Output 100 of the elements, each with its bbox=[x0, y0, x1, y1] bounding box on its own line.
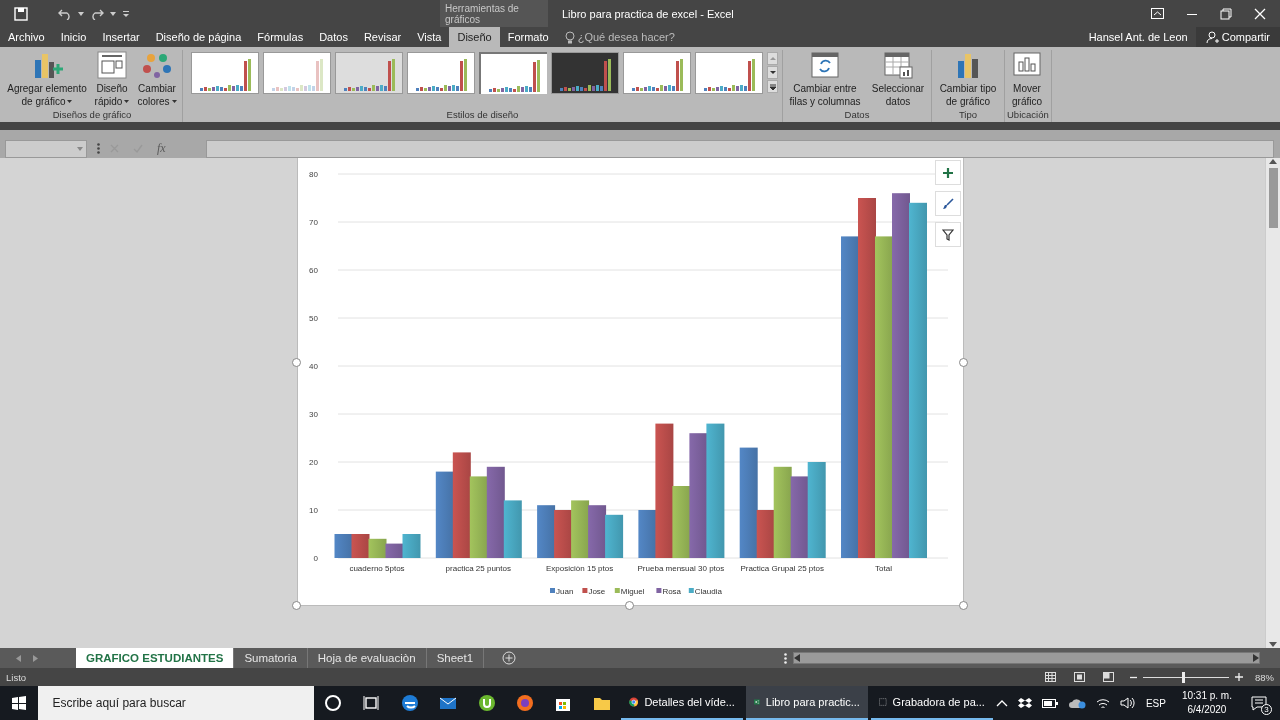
menu-tab[interactable]: Formato bbox=[499, 27, 557, 47]
caret-icon[interactable] bbox=[78, 11, 84, 16]
resize-handle[interactable] bbox=[292, 601, 301, 610]
clock-date[interactable]: 6/4/2020 bbox=[1187, 703, 1227, 717]
chart-style-thumbnail[interactable] bbox=[407, 52, 475, 94]
customize-icon[interactable] bbox=[122, 9, 130, 18]
fox-browser-icon[interactable] bbox=[515, 694, 534, 712]
task-view-icon[interactable] bbox=[362, 694, 381, 712]
browser-icon[interactable] bbox=[400, 694, 419, 712]
category-label: cuaderno 5ptos bbox=[349, 564, 405, 573]
notifications-icon[interactable] bbox=[1250, 695, 1267, 711]
torrent-icon[interactable] bbox=[477, 694, 496, 712]
redo-icon[interactable] bbox=[90, 7, 104, 20]
taskbar-search-field[interactable]: Escribe aquí para buscar bbox=[38, 686, 314, 720]
taskbar-window[interactable]: Grabadora de pa... bbox=[870, 686, 993, 720]
caret-icon[interactable] bbox=[110, 11, 116, 16]
caret-icon bbox=[124, 100, 130, 103]
ribbon-display-icon[interactable] bbox=[1151, 8, 1164, 19]
group-label: Estilos de diseño bbox=[445, 109, 520, 122]
ribbon-button[interactable]: Agregar elemento de gráfico bbox=[4, 50, 90, 109]
resize-handle[interactable] bbox=[959, 358, 968, 367]
undo-icon[interactable] bbox=[58, 7, 72, 20]
page-layout-icon[interactable] bbox=[1074, 672, 1085, 682]
resize-handle[interactable] bbox=[625, 601, 634, 610]
slider-thumb[interactable] bbox=[1181, 671, 1185, 683]
axis-label: 50 bbox=[309, 314, 318, 323]
vertical-scrollbar[interactable] bbox=[1265, 158, 1280, 648]
chart-style-thumbnail[interactable] bbox=[479, 52, 547, 94]
horizontal-scrollbar[interactable] bbox=[793, 652, 1260, 664]
category-label: practica 25 puntos bbox=[445, 564, 511, 573]
cloud-icon[interactable] bbox=[1067, 697, 1086, 709]
dropbox-icon[interactable] bbox=[1017, 697, 1032, 709]
group-label: Ubicación bbox=[1007, 109, 1049, 122]
formula-field[interactable] bbox=[206, 139, 1274, 158]
chart-area[interactable]: 0 10 20 30 40 50 60 70 80 cuaderno 5ptos practica 25 puntos Exposiciòn 15 ptos Prueba mensual 30 ptos Practica Grupal 25 ptos Total Juan Jose Miguel Rosa Claudia bbox=[297, 158, 964, 606]
chevron-up-icon[interactable] bbox=[995, 699, 1008, 707]
chart-elements-button[interactable] bbox=[935, 160, 961, 185]
tell-me-field[interactable]: ¿Qué desea hacer? bbox=[577, 31, 675, 43]
chart-style-thumbnail[interactable] bbox=[191, 52, 259, 94]
chart-styles-button[interactable] bbox=[935, 191, 961, 216]
filter-icon bbox=[942, 228, 954, 241]
ribbon-button[interactable]: Cambiar colores bbox=[134, 50, 180, 109]
battery-icon[interactable] bbox=[1041, 698, 1058, 708]
chart-style-thumbnail[interactable] bbox=[335, 52, 403, 94]
restore-icon[interactable] bbox=[1220, 7, 1232, 20]
menu-tab[interactable]: Insertar bbox=[94, 27, 148, 47]
more-icon bbox=[97, 143, 100, 154]
clock-time[interactable]: 10:31 p. m. bbox=[1181, 689, 1232, 703]
axis-label: 30 bbox=[309, 410, 318, 419]
close-icon[interactable] bbox=[1254, 7, 1266, 20]
menu-tab[interactable]: Diseño de página bbox=[147, 27, 250, 47]
cortana-icon[interactable] bbox=[323, 694, 342, 712]
category-label: Exposiciòn 15 ptos bbox=[546, 564, 614, 573]
lightbulb-icon bbox=[564, 30, 575, 44]
ribbon-button[interactable]: Cambiar tipo de gráfico bbox=[934, 50, 1002, 109]
chart-style-thumbnail[interactable] bbox=[695, 52, 763, 94]
chart-style-thumbnail[interactable] bbox=[263, 52, 331, 94]
menu-tab[interactable]: Diseño bbox=[449, 27, 500, 47]
gallery-down-icon[interactable] bbox=[768, 69, 777, 76]
zoom-in-icon[interactable] bbox=[1235, 673, 1243, 681]
menu-tab[interactable]: Vista bbox=[409, 27, 450, 47]
ribbon-icon bbox=[882, 50, 914, 80]
scroll-right-icon[interactable] bbox=[1253, 654, 1259, 662]
menu-tab[interactable]: Inicio bbox=[52, 27, 95, 47]
legend-label: Jose bbox=[588, 587, 606, 596]
wifi-icon[interactable] bbox=[1095, 697, 1110, 709]
normal-view-icon[interactable] bbox=[1045, 672, 1056, 682]
zoom-level[interactable]: 88% bbox=[1255, 671, 1274, 683]
ribbon-button[interactable]: Mover gráfico bbox=[1007, 50, 1047, 109]
chart-style-thumbnail[interactable] bbox=[623, 52, 691, 94]
share-button[interactable]: Compartir bbox=[1195, 27, 1280, 47]
legend-label: Miguel bbox=[620, 587, 645, 596]
ribbon-icon bbox=[809, 50, 841, 80]
gallery-more-icon[interactable] bbox=[768, 83, 777, 90]
save-icon[interactable] bbox=[14, 6, 28, 21]
sheet-tab[interactable]: GRAFICO ESTUDIANTES bbox=[76, 648, 235, 668]
ribbon-button[interactable]: Cambiar entre filas y columnas bbox=[785, 50, 865, 109]
menu-tab[interactable]: Fórmulas bbox=[249, 27, 312, 47]
ribbon-button[interactable]: Diseño rápido bbox=[92, 50, 132, 109]
scroll-thumb[interactable] bbox=[1268, 168, 1278, 228]
taskbar-window[interactable]: Libro para practic... bbox=[745, 686, 868, 720]
add-sheet-icon[interactable] bbox=[502, 651, 517, 665]
axis-label: 0 bbox=[313, 554, 318, 563]
volume-icon[interactable] bbox=[1119, 697, 1136, 709]
axis-label: 70 bbox=[309, 218, 318, 227]
menu-tab[interactable]: Archivo bbox=[0, 27, 53, 47]
resize-handle[interactable] bbox=[292, 358, 301, 367]
chart-style-thumbnail[interactable] bbox=[551, 52, 619, 94]
menu-tab[interactable]: Datos bbox=[311, 27, 356, 47]
windows-icon[interactable] bbox=[12, 696, 27, 710]
scroll-left-icon[interactable] bbox=[794, 654, 801, 662]
menu-tab[interactable]: Revisar bbox=[355, 27, 410, 47]
plus-icon bbox=[942, 166, 954, 179]
category-label: Prueba mensual 30 ptos bbox=[637, 564, 725, 573]
resize-handle[interactable] bbox=[959, 601, 968, 610]
page-break-icon[interactable] bbox=[1103, 672, 1114, 682]
taskbar-window[interactable]: Detalles del víde... bbox=[620, 686, 743, 720]
language-indicator[interactable]: ESP bbox=[1145, 697, 1166, 709]
chart-filters-button[interactable] bbox=[935, 222, 961, 247]
ribbon-button[interactable]: Seleccionar datos bbox=[867, 50, 929, 109]
